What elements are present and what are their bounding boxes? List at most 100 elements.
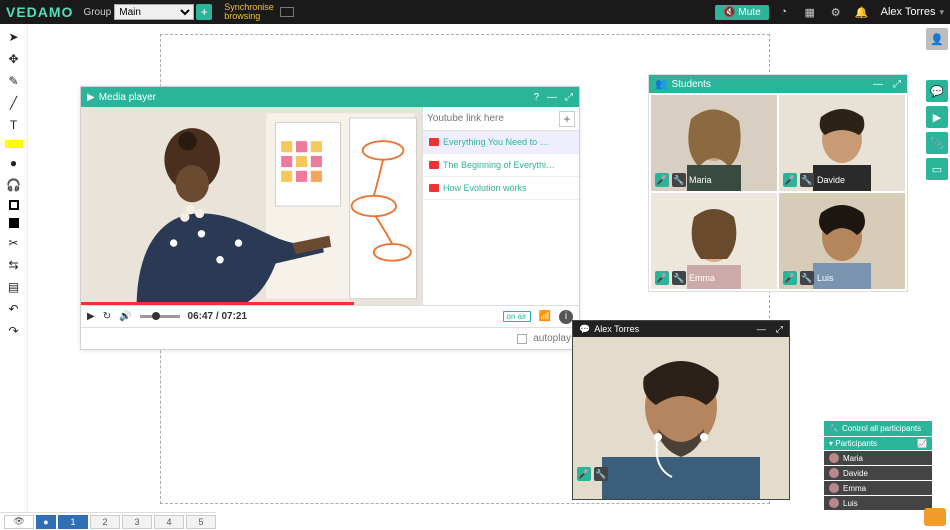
fill-color[interactable] [9, 218, 19, 228]
minimize-icon[interactable]: — [873, 79, 883, 90]
chat-bubble-button[interactable] [924, 508, 946, 526]
control-all-button[interactable]: 🔧Control all participants [824, 421, 932, 436]
gear-icon[interactable]: ⚙ [825, 1, 847, 23]
participant-row[interactable]: Emma [824, 481, 932, 495]
page-tab[interactable]: 2 [90, 515, 120, 529]
mute-button[interactable]: 🔇 Mute [715, 5, 769, 20]
settings-icon[interactable]: 🔧 [594, 467, 608, 481]
mic-icon[interactable]: 🎤 [655, 271, 669, 285]
participants-rail-icon[interactable]: 👤 [926, 28, 948, 50]
stroke-color[interactable] [9, 200, 19, 210]
sync-check-icon[interactable] [280, 7, 294, 17]
page-tab[interactable]: 1 [58, 515, 88, 529]
play-rail-icon[interactable]: ▶ [926, 106, 948, 128]
media-player-window[interactable]: ▶ Media player ? — ⤢ [80, 86, 580, 350]
highlight-tool[interactable] [5, 140, 23, 148]
teacher-titlebar[interactable]: 💬 Alex Torres — ⤢ [573, 321, 789, 337]
settings-icon[interactable]: 🔧 [672, 173, 686, 187]
minimize-icon[interactable]: — [547, 92, 557, 103]
autoplay-checkbox[interactable] [517, 334, 527, 344]
student-cam[interactable]: 🎤🔧Maria [651, 95, 777, 191]
mic-icon[interactable]: 🎤 [783, 173, 797, 187]
student-name: Emma [689, 273, 715, 283]
mic-icon[interactable]: 🎤 [577, 467, 591, 481]
layout-icon[interactable]: ▦ [799, 1, 821, 23]
video-area[interactable] [81, 107, 422, 305]
playlist-item[interactable]: Everything You Need to … [423, 131, 579, 154]
control-all-label: Control all participants [842, 424, 921, 433]
ellipse-tool[interactable]: ● [7, 156, 21, 170]
attach-rail-icon[interactable]: 📎 [926, 132, 948, 154]
settings-icon[interactable]: 🔧 [672, 271, 686, 285]
participants-panel[interactable]: 🔧Control all participants ▾ Participants… [824, 421, 932, 510]
current-page-indicator[interactable]: ● [36, 515, 56, 529]
video-progress-bar[interactable] [81, 302, 354, 305]
info-icon[interactable]: i [559, 310, 573, 324]
students-window[interactable]: 👥 Students — ⤢ 🎤🔧Maria 🎤🔧Davide 🎤🔧Emma 🎤… [648, 74, 908, 292]
expand-icon[interactable]: ⤢ [565, 92, 573, 103]
settings-icon[interactable]: 🔧 [800, 173, 814, 187]
media-player-titlebar[interactable]: ▶ Media player ? — ⤢ [81, 87, 579, 107]
playlist-item[interactable]: The Beginning of Everythi… [423, 154, 579, 177]
expand-icon[interactable]: ⤢ [776, 324, 783, 335]
clock-icon[interactable]: ◔ [773, 1, 795, 23]
volume-slider[interactable] [140, 315, 180, 318]
teacher-video[interactable]: 🎤 🔧 [573, 337, 789, 499]
headphones-tool[interactable]: 🎧 [7, 178, 21, 192]
page-tab[interactable]: 3 [122, 515, 152, 529]
student-cam[interactable]: 🎤🔧Davide [779, 95, 905, 191]
group-selector[interactable]: Group Main + [83, 4, 212, 20]
stats-icon[interactable]: 📈 [917, 439, 927, 448]
group-select[interactable]: Main [114, 4, 194, 20]
wrench-icon: 🔧 [829, 424, 839, 433]
student-cam[interactable]: 🎤🔧Luis [779, 193, 905, 289]
undo-button[interactable]: ↶ [7, 302, 21, 316]
user-menu-chevron[interactable]: ▾ [939, 7, 944, 18]
page-tab[interactable]: 4 [154, 515, 184, 529]
video-frame [81, 107, 422, 305]
sync-browsing-toggle[interactable]: Synchronise browsing [224, 3, 274, 21]
participant-row[interactable]: Luis [824, 496, 932, 510]
playlist-item[interactable]: How Evolution works [423, 177, 579, 200]
mic-icon[interactable]: 🎤 [783, 271, 797, 285]
add-group-button[interactable]: + [196, 4, 212, 20]
pen-tool[interactable]: ✎ [7, 74, 21, 88]
current-user-name[interactable]: Alex Torres [881, 6, 936, 18]
link-tool[interactable]: ✂ [7, 236, 21, 250]
redo-button[interactable]: ↷ [7, 324, 21, 338]
pan-tool[interactable]: ✥ [7, 52, 21, 66]
youtube-link-input[interactable] [427, 113, 559, 124]
teacher-window[interactable]: 💬 Alex Torres — ⤢ 🎤 🔧 [572, 320, 790, 500]
line-tool[interactable]: ╱ [7, 96, 21, 110]
video-controls: ▶ ↻ 🔊 06:47 / 07:21 on air 📶 i [81, 305, 579, 327]
spacer-rail [926, 54, 948, 76]
mic-icon[interactable]: 🎤 [655, 173, 669, 187]
students-titlebar[interactable]: 👥 Students — ⤢ [649, 75, 907, 93]
chat-rail-icon[interactable]: 💬 [926, 80, 948, 102]
page-tab[interactable]: 5 [186, 515, 216, 529]
student-cam[interactable]: 🎤🔧Emma [651, 193, 777, 289]
replay-button[interactable]: ↻ [103, 311, 111, 322]
grid-tool[interactable]: ▤ [7, 280, 21, 294]
youtube-icon [429, 138, 439, 146]
notes-rail-icon[interactable]: ▭ [926, 158, 948, 180]
participant-name: Luis [843, 499, 858, 508]
settings-icon[interactable]: 🔧 [800, 271, 814, 285]
broadcast-icon[interactable]: 📶 [539, 311, 551, 322]
connector-tool[interactable]: ⇆ [7, 258, 21, 272]
participant-row[interactable]: Maria [824, 451, 932, 465]
bell-icon[interactable]: 🔔 [851, 1, 873, 23]
volume-icon[interactable]: 🔊 [119, 311, 131, 322]
add-link-button[interactable]: + [559, 111, 575, 127]
expand-icon[interactable]: ⤢ [893, 79, 901, 90]
visibility-tab[interactable]: 👁 [4, 515, 34, 529]
avatar [829, 468, 839, 478]
participants-header[interactable]: ▾ Participants 📈 [824, 437, 932, 450]
avatar [829, 498, 839, 508]
help-icon[interactable]: ? [533, 92, 539, 103]
text-tool[interactable]: T [7, 118, 21, 132]
play-button[interactable]: ▶ [87, 311, 95, 322]
minimize-icon[interactable]: — [757, 324, 766, 334]
participant-row[interactable]: Davide [824, 466, 932, 480]
pointer-tool[interactable]: ➤ [7, 30, 21, 44]
